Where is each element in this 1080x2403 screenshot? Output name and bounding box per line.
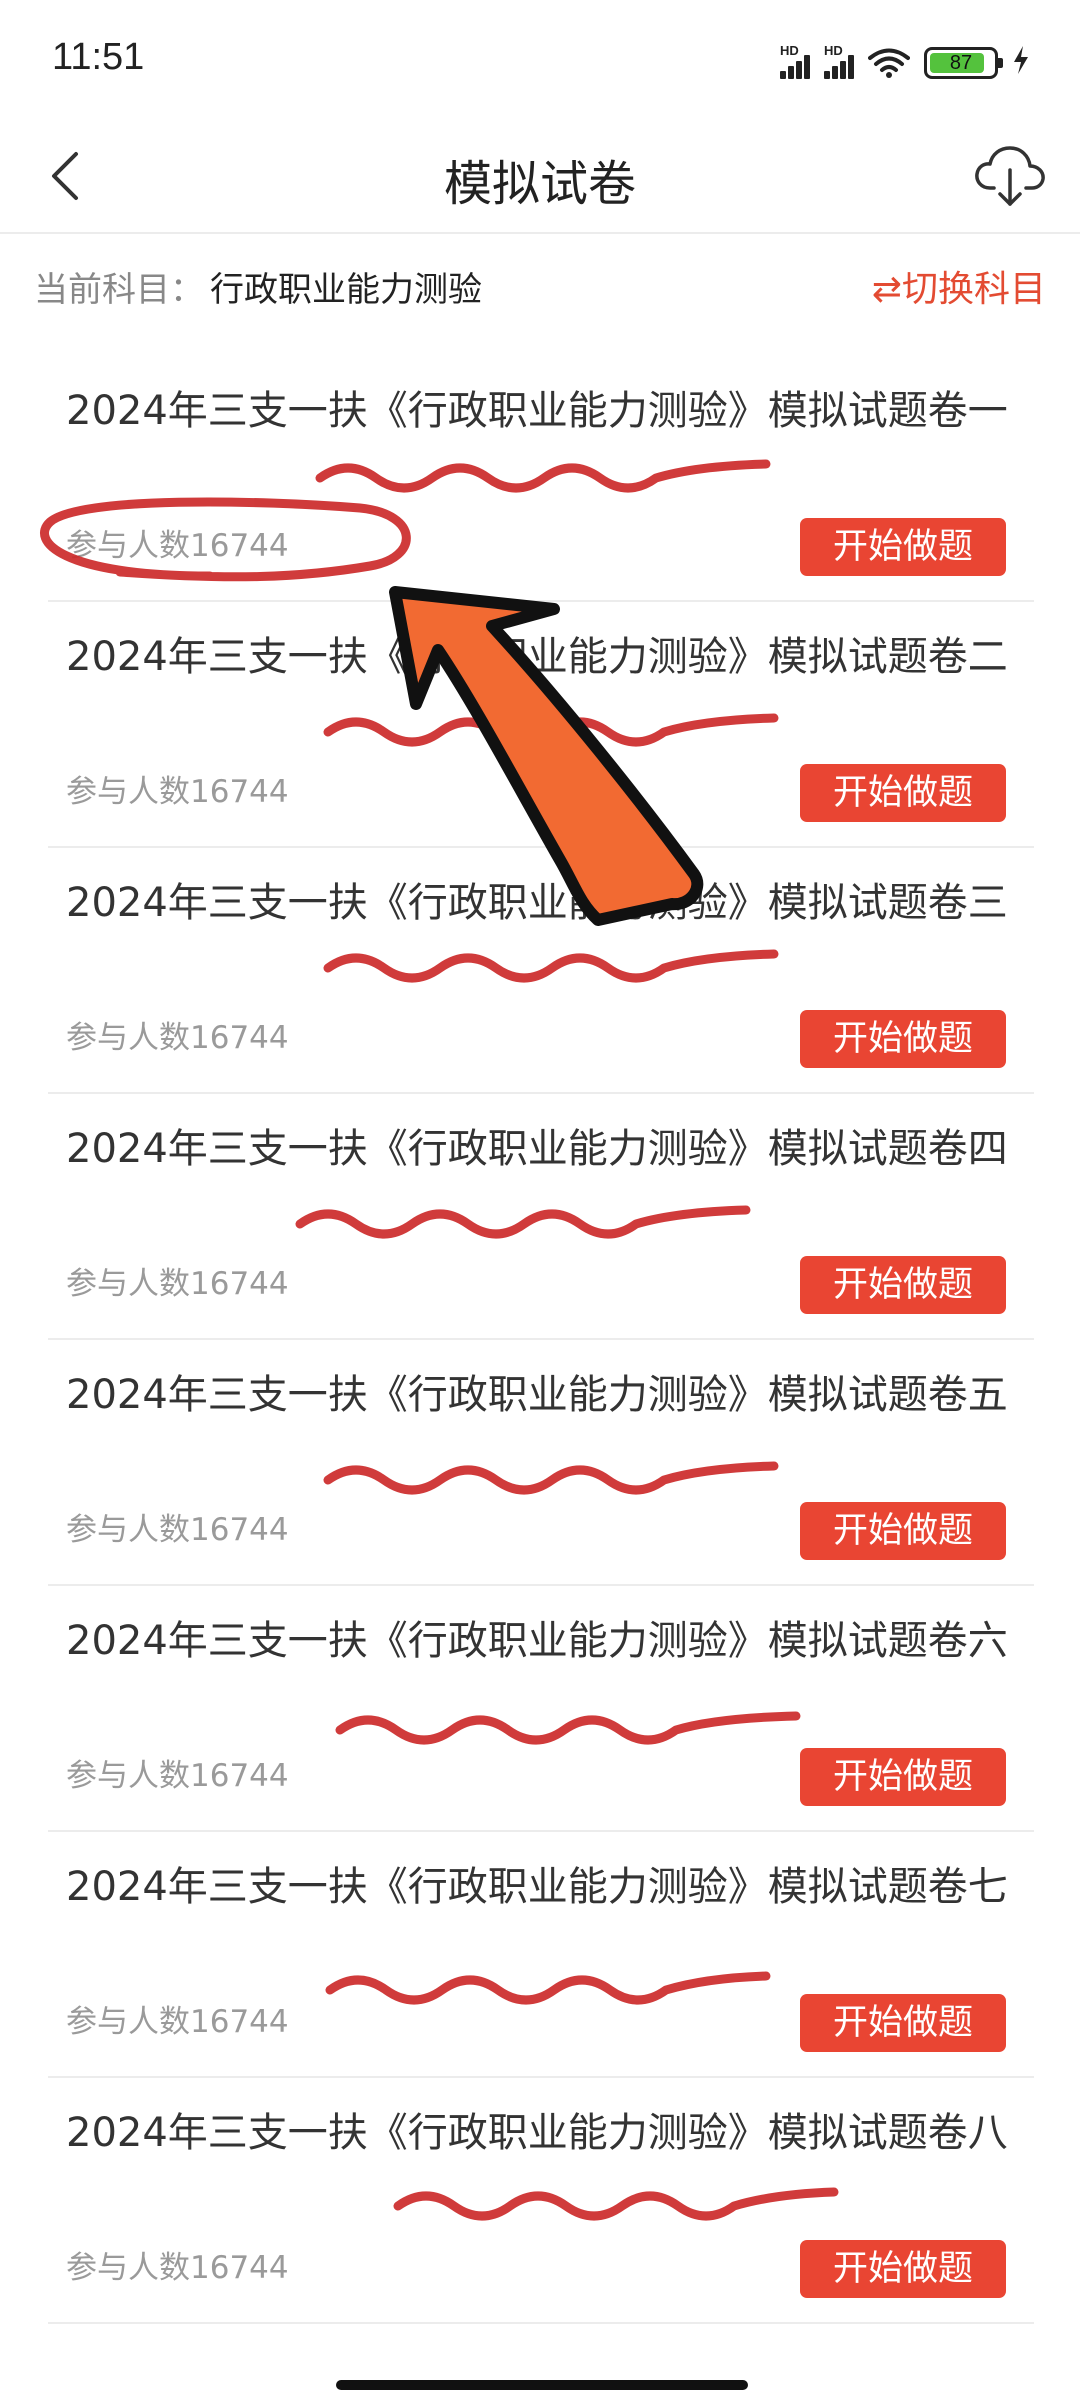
subject-label: 当前科目： <box>34 270 204 310</box>
participant-count: 参与人数16744 <box>66 528 289 564</box>
page-title: 模拟试卷 <box>443 156 636 212</box>
start-exam-button[interactable]: 开始做题 <box>800 1256 1006 1314</box>
signal-bar <box>780 71 786 79</box>
list-item[interactable]: 2024年三支一扶《行政职业能力测验》模拟试题卷八参与人数16744 开始做题 <box>48 2078 1034 2324</box>
signal-2-label: HD <box>824 43 843 58</box>
start-exam-button[interactable]: 开始做题 <box>800 1502 1006 1560</box>
paper-title: 2024年三支一扶《行政职业能力测验》模拟试题卷六 <box>66 1618 1008 1664</box>
signal-bar <box>824 71 830 79</box>
participant-count: 参与人数16744 <box>66 2250 289 2286</box>
list-item[interactable]: 2024年三支一扶《行政职业能力测验》模拟试题卷二参与人数16744 开始做题 <box>48 602 1034 848</box>
cloud-download-icon <box>975 146 1045 206</box>
subject-value: 行政职业能力测验 <box>210 270 482 310</box>
list-item[interactable]: 2024年三支一扶《行政职业能力测验》模拟试题卷三参与人数16744 开始做题 <box>48 848 1034 1094</box>
home-indicator[interactable] <box>336 2380 748 2390</box>
list-item[interactable]: 2024年三支一扶《行政职业能力测验》模拟试题卷五参与人数16744 开始做题 <box>48 1340 1034 1586</box>
wifi-icon <box>868 47 910 79</box>
switch-subject-button[interactable]: ⇄切换科目 <box>872 260 1046 312</box>
paper-title: 2024年三支一扶《行政职业能力测验》模拟试题卷八 <box>66 2110 1008 2156</box>
paper-title: 2024年三支一扶《行政职业能力测验》模拟试题卷二 <box>66 634 1008 680</box>
signal-bar <box>796 61 802 79</box>
signal-1-label: HD <box>780 43 799 58</box>
signal-bar <box>804 55 810 79</box>
status-time: 11:51 <box>52 36 145 78</box>
paper-title: 2024年三支一扶《行政职业能力测验》模拟试题卷五 <box>66 1372 1008 1418</box>
participant-count: 参与人数16744 <box>66 774 289 810</box>
list-item[interactable]: 2024年三支一扶《行政职业能力测验》模拟试题卷七参与人数16744 开始做题 <box>48 1832 1034 2078</box>
start-exam-button[interactable]: 开始做题 <box>800 2240 1006 2298</box>
download-button[interactable] <box>972 138 1048 214</box>
signal-1-icon: HD <box>780 43 810 79</box>
charging-icon <box>1012 45 1030 81</box>
participant-count: 参与人数16744 <box>66 1512 289 1548</box>
battery-cap <box>998 58 1003 68</box>
signal-2-icon: HD <box>824 43 854 79</box>
start-exam-button[interactable]: 开始做题 <box>800 1010 1006 1068</box>
start-exam-button[interactable]: 开始做题 <box>800 1994 1006 2052</box>
battery-percent: 87 <box>949 52 973 74</box>
status-bar: 11:51 HD HD 87 <box>0 0 1080 120</box>
list-item[interactable]: 2024年三支一扶《行政职业能力测验》模拟试题卷四参与人数16744 开始做题 <box>48 1094 1034 1340</box>
list-item[interactable]: 2024年三支一扶《行政职业能力测验》模拟试题卷六参与人数16744 开始做题 <box>48 1586 1034 1832</box>
paper-title: 2024年三支一扶《行政职业能力测验》模拟试题卷四 <box>66 1126 1008 1172</box>
paper-title: 2024年三支一扶《行政职业能力测验》模拟试题卷三 <box>66 880 1008 926</box>
paper-title: 2024年三支一扶《行政职业能力测验》模拟试题卷一 <box>66 388 1008 434</box>
participant-count: 参与人数16744 <box>66 1020 289 1056</box>
subject-row: 当前科目： 行政职业能力测验 ⇄切换科目 <box>0 232 1080 332</box>
nav-bar: 模拟试卷 <box>0 120 1080 234</box>
participant-count: 参与人数16744 <box>66 1266 289 1302</box>
start-exam-button[interactable]: 开始做题 <box>800 518 1006 576</box>
start-exam-button[interactable]: 开始做题 <box>800 1748 1006 1806</box>
participant-count: 参与人数16744 <box>66 2004 289 2040</box>
signal-bar <box>848 55 854 79</box>
signal-bar <box>832 66 838 79</box>
battery-icon: 87 <box>924 47 1003 79</box>
signal-bar <box>788 66 794 79</box>
participant-count: 参与人数16744 <box>66 1758 289 1794</box>
paper-list: 2024年三支一扶《行政职业能力测验》模拟试题卷一 参与人数16744 开始做题 20… <box>48 356 1034 2324</box>
status-icons: HD HD 87 <box>780 38 1030 88</box>
signal-bar <box>840 61 846 79</box>
paper-title: 2024年三支一扶《行政职业能力测验》模拟试题卷七 <box>66 1864 1008 1910</box>
list-item[interactable]: 2024年三支一扶《行政职业能力测验》模拟试题卷一参与人数16744 开始做题 <box>48 356 1034 602</box>
start-exam-button[interactable]: 开始做题 <box>800 764 1006 822</box>
